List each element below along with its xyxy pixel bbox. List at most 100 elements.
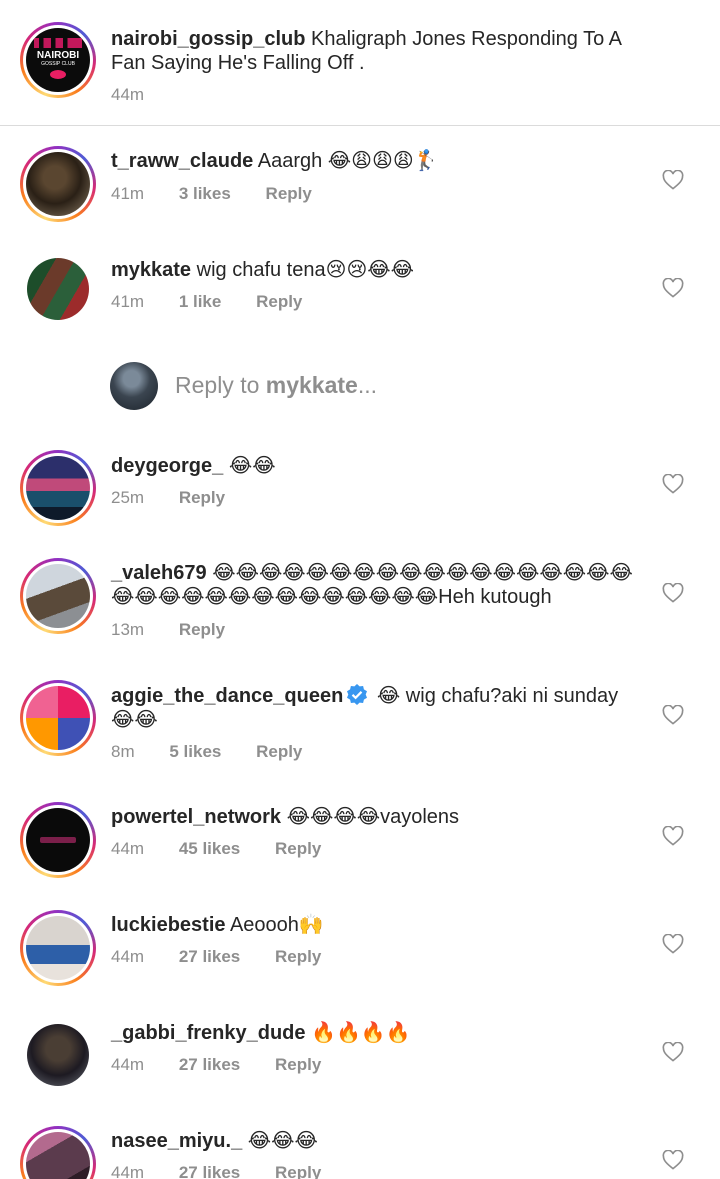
heart-outline-icon[interactable] (662, 474, 684, 494)
comment-likes[interactable]: 5 likes (169, 742, 221, 761)
comment-time: 44m (111, 1163, 145, 1179)
comment-item: mykkate wig chafu tena😢😢😂😂 41m 1 like Re… (0, 248, 720, 338)
caption-time: 44m (111, 85, 145, 104)
comment-text-block: mykkate wig chafu tena😢😢😂😂 (111, 258, 414, 282)
reply-placeholder[interactable]: Reply to mykkate... (175, 372, 377, 399)
reply-button[interactable]: Reply (256, 742, 302, 761)
comment-text-block: luckiebestie Aeoooh🙌 (111, 913, 324, 937)
reply-prefix: Reply to (175, 372, 266, 398)
comment-meta: 41m 1 like Reply (111, 292, 332, 312)
comment-time: 41m (111, 184, 145, 203)
commenter-avatar[interactable] (20, 802, 96, 878)
comment-username[interactable]: _gabbi_frenky_dude (111, 1022, 306, 1044)
lips-icon (50, 70, 66, 79)
comment-text-block: _valeh679 😂😂😂😂😂😂😂😂😂😂😂😂😂😂😂😂😂😂😂😂😂😂😂😂😂😂😂😂😂😂… (111, 561, 641, 609)
reply-button[interactable]: Reply (179, 488, 225, 507)
comment-username[interactable]: nasee_miyu._ (111, 1130, 242, 1152)
comment-text: 😂😂😂😂vayolens (286, 806, 460, 828)
heart-outline-icon[interactable] (662, 934, 684, 954)
comment-username[interactable]: deygeorge_ (111, 455, 223, 477)
reply-button[interactable]: Reply (256, 292, 302, 311)
reply-button[interactable]: Reply (275, 1163, 321, 1179)
commenter-avatar[interactable] (20, 1126, 96, 1179)
comment-item: nasee_miyu._ 😂😂😂 44m 27 likes Reply (0, 1124, 720, 1179)
comment-item: aggie_the_dance_queen 😂 wig chafu?aki ni… (0, 677, 720, 777)
avatar-logo-title: NAIROBI (36, 50, 80, 61)
heart-outline-icon[interactable] (662, 826, 684, 846)
heart-outline-icon[interactable] (662, 1042, 684, 1062)
comment-meta: 41m 3 likes Reply (111, 184, 342, 204)
heart-outline-icon[interactable] (662, 170, 684, 190)
comment-likes[interactable]: 27 likes (179, 947, 240, 966)
comment-username[interactable]: t_raww_claude (111, 150, 253, 172)
comment-item: deygeorge_ 😂😂 25m Reply (0, 446, 720, 536)
caption-text-block: nairobi_gossip_club Khaligraph Jones Res… (111, 27, 641, 75)
heart-outline-icon[interactable] (662, 1150, 684, 1170)
comment-username[interactable]: mykkate (111, 259, 191, 281)
comment-meta: 44m 27 likes Reply (111, 1163, 351, 1179)
reply-button[interactable]: Reply (266, 184, 312, 203)
commenter-avatar[interactable] (20, 558, 96, 634)
commenter-avatar[interactable] (27, 1024, 89, 1086)
comment-item: t_raww_claude Aaargh 😂😩😩😩🏌️ 41m 3 likes … (0, 140, 720, 230)
comment-text: Aaargh 😂😩😩😩🏌️ (257, 150, 439, 172)
commenter-avatar[interactable] (27, 258, 89, 320)
caption-avatar[interactable]: NAIROBI GOSSIP CLUB (20, 22, 96, 98)
comment-likes[interactable]: 45 likes (179, 839, 240, 858)
comment-username[interactable]: _valeh679 (111, 562, 207, 584)
comment-meta: 13m Reply (111, 620, 255, 640)
reply-target-username: mykkate (265, 372, 358, 398)
comment-meta: 44m 27 likes Reply (111, 1055, 351, 1075)
comment-text-block: powertel_network 😂😂😂😂vayolens (111, 805, 459, 829)
commenter-avatar[interactable] (20, 450, 96, 526)
comment-text-block: aggie_the_dance_queen 😂 wig chafu?aki ni… (111, 683, 641, 732)
reply-button[interactable]: Reply (275, 1055, 321, 1074)
comment-item: powertel_network 😂😂😂😂vayolens 44m 45 lik… (0, 800, 720, 890)
comment-meta: 44m 27 likes Reply (111, 947, 351, 967)
comment-time: 13m (111, 620, 145, 639)
avatar-logo-subtitle: GOSSIP CLUB (41, 61, 75, 67)
caption-meta: 44m (111, 85, 174, 105)
comment-text-block: deygeorge_ 😂😂 (111, 454, 276, 478)
comment-item: luckiebestie Aeoooh🙌 44m 27 likes Reply (0, 908, 720, 998)
comment-username[interactable]: powertel_network (111, 806, 281, 828)
comment-username[interactable]: luckiebestie (111, 914, 226, 936)
heart-outline-icon[interactable] (662, 705, 684, 725)
current-user-avatar (110, 362, 158, 410)
reply-button[interactable]: Reply (275, 839, 321, 858)
comment-text: Aeoooh🙌 (229, 914, 324, 936)
comment-meta: 8m 5 likes Reply (111, 742, 332, 762)
reply-button[interactable]: Reply (275, 947, 321, 966)
heart-outline-icon[interactable] (662, 583, 684, 603)
comment-likes[interactable]: 27 likes (179, 1055, 240, 1074)
comment-likes[interactable]: 1 like (179, 292, 222, 311)
comment-likes[interactable]: 27 likes (179, 1163, 240, 1179)
comment-time: 44m (111, 947, 145, 966)
comment-text: wig chafu tena😢😢😂😂 (196, 259, 415, 281)
heart-outline-icon[interactable] (662, 278, 684, 298)
comment-item: _valeh679 😂😂😂😂😂😂😂😂😂😂😂😂😂😂😂😂😂😂😂😂😂😂😂😂😂😂😂😂😂😂… (0, 555, 720, 655)
comment-username[interactable]: aggie_the_dance_queen (111, 685, 343, 707)
comment-likes[interactable]: 3 likes (179, 184, 231, 203)
comment-item: _gabbi_frenky_dude 🔥🔥🔥🔥 44m 27 likes Rep… (0, 1016, 720, 1106)
caption-username[interactable]: nairobi_gossip_club (111, 28, 305, 50)
verified-badge-icon (347, 684, 368, 705)
comment-time: 44m (111, 839, 145, 858)
comment-text: 😂😂😂 (247, 1130, 318, 1152)
comment-time: 25m (111, 488, 145, 507)
commenter-avatar[interactable] (20, 680, 96, 756)
comment-text-block: nasee_miyu._ 😂😂😂 (111, 1129, 318, 1153)
comment-time: 8m (111, 742, 135, 761)
commenter-avatar[interactable] (20, 910, 96, 986)
reply-ellipsis: ... (357, 372, 378, 398)
reply-button[interactable]: Reply (179, 620, 225, 639)
reply-to-input[interactable]: Reply to mykkate... (0, 360, 720, 416)
comment-text-block: _gabbi_frenky_dude 🔥🔥🔥🔥 (111, 1021, 411, 1045)
comment-text: 🔥🔥🔥🔥 (311, 1022, 411, 1044)
comment-text: 😂😂 (228, 455, 276, 477)
comment-time: 44m (111, 1055, 145, 1074)
commenter-avatar[interactable] (20, 146, 96, 222)
comment-meta: 25m Reply (111, 488, 255, 508)
post-caption: NAIROBI GOSSIP CLUB nairobi_gossip_club … (0, 0, 720, 126)
comment-time: 41m (111, 292, 145, 311)
